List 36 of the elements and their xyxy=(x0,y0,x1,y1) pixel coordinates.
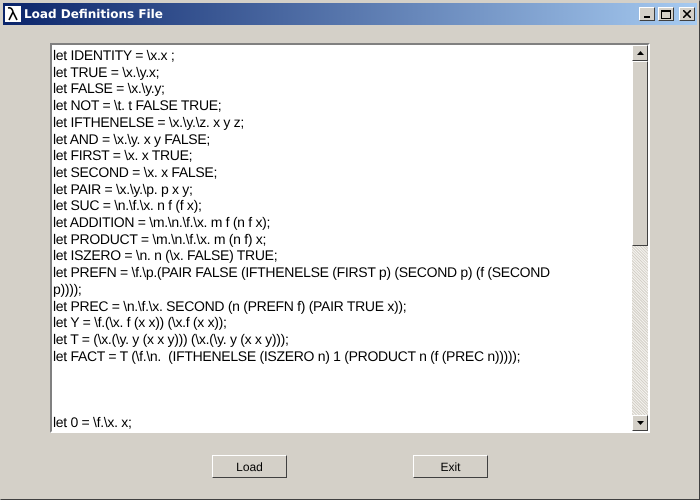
lambda-icon xyxy=(5,6,21,22)
exit-button[interactable]: Exit xyxy=(413,455,488,478)
code-line: let FALSE = \x.\y.y; xyxy=(53,80,166,98)
code-line: let T = (\x.(\y. y (x x y))) (\x.(\y. y (x x y))); xyxy=(53,330,290,348)
maximize-button[interactable] xyxy=(658,7,674,21)
code-line: let ADDITION = \m.\n.\f.\x. m f (n f x); xyxy=(53,214,272,231)
window-title: Load Definitions File xyxy=(24,7,164,21)
load-button[interactable]: Load xyxy=(212,455,287,478)
text-editor[interactable] xyxy=(50,43,650,433)
code-line: let PRODUCT = \m.\n.\f.\x. m (n f) x; xyxy=(53,230,268,248)
code-line: let FACT = T (\f.\n. (IFTHENELSE (ISZERO n) 1 (PRODUCT n (f (PREC n))))); xyxy=(53,348,522,364)
close-button[interactable] xyxy=(679,7,695,21)
down-arrow-icon xyxy=(636,421,644,425)
code-line: let TRUE = \x.\y.x; xyxy=(53,64,160,80)
scroll-up-button[interactable] xyxy=(632,45,648,61)
close-icon xyxy=(683,10,691,18)
code-line: let IDENTITY = \x.x ; xyxy=(53,47,176,64)
scroll-down-button[interactable] xyxy=(632,415,648,431)
code-line: p)))); xyxy=(53,280,83,298)
scrollbar[interactable] xyxy=(632,45,648,431)
code-line: let IFTHENELSE = \x.\y.\z. x y z; xyxy=(53,114,245,131)
minimize-button[interactable] xyxy=(639,7,655,21)
code-line: let FIRST = \x. x TRUE; xyxy=(53,147,194,164)
code-line: let Y = \f.(\x. f (x x)) (\x.f (x x)); xyxy=(53,314,228,331)
code-line: let PAIR = \x.\y.\p. p x y; xyxy=(53,180,194,198)
code-line: let PREC = \n.\f.\x. SECOND (n (PREFN f) (PAIR TRUE x)); xyxy=(53,298,408,314)
up-arrow-icon xyxy=(636,51,644,55)
scroll-thumb[interactable] xyxy=(632,61,648,246)
maximize-icon xyxy=(661,10,671,18)
code-line: let PREFN = \f.\p.(PAIR FALSE (IFTHENELSE (FIRST p) (SECOND p) (f (SECOND xyxy=(53,264,551,281)
code-line: let NOT = \t. t FALSE TRUE; xyxy=(53,97,222,114)
code-line: let ISZERO = \n. n (\x. FALSE) TRUE; xyxy=(53,247,278,264)
code-line: let SUC = \n.\f.\x. n f (f x); xyxy=(53,197,203,214)
code-line: let AND = \x.\y. x y FALSE; xyxy=(53,130,211,148)
code-line: let 0 = \f.\x. x; xyxy=(53,414,133,431)
code-line: let SECOND = \x. x FALSE; xyxy=(53,164,218,181)
